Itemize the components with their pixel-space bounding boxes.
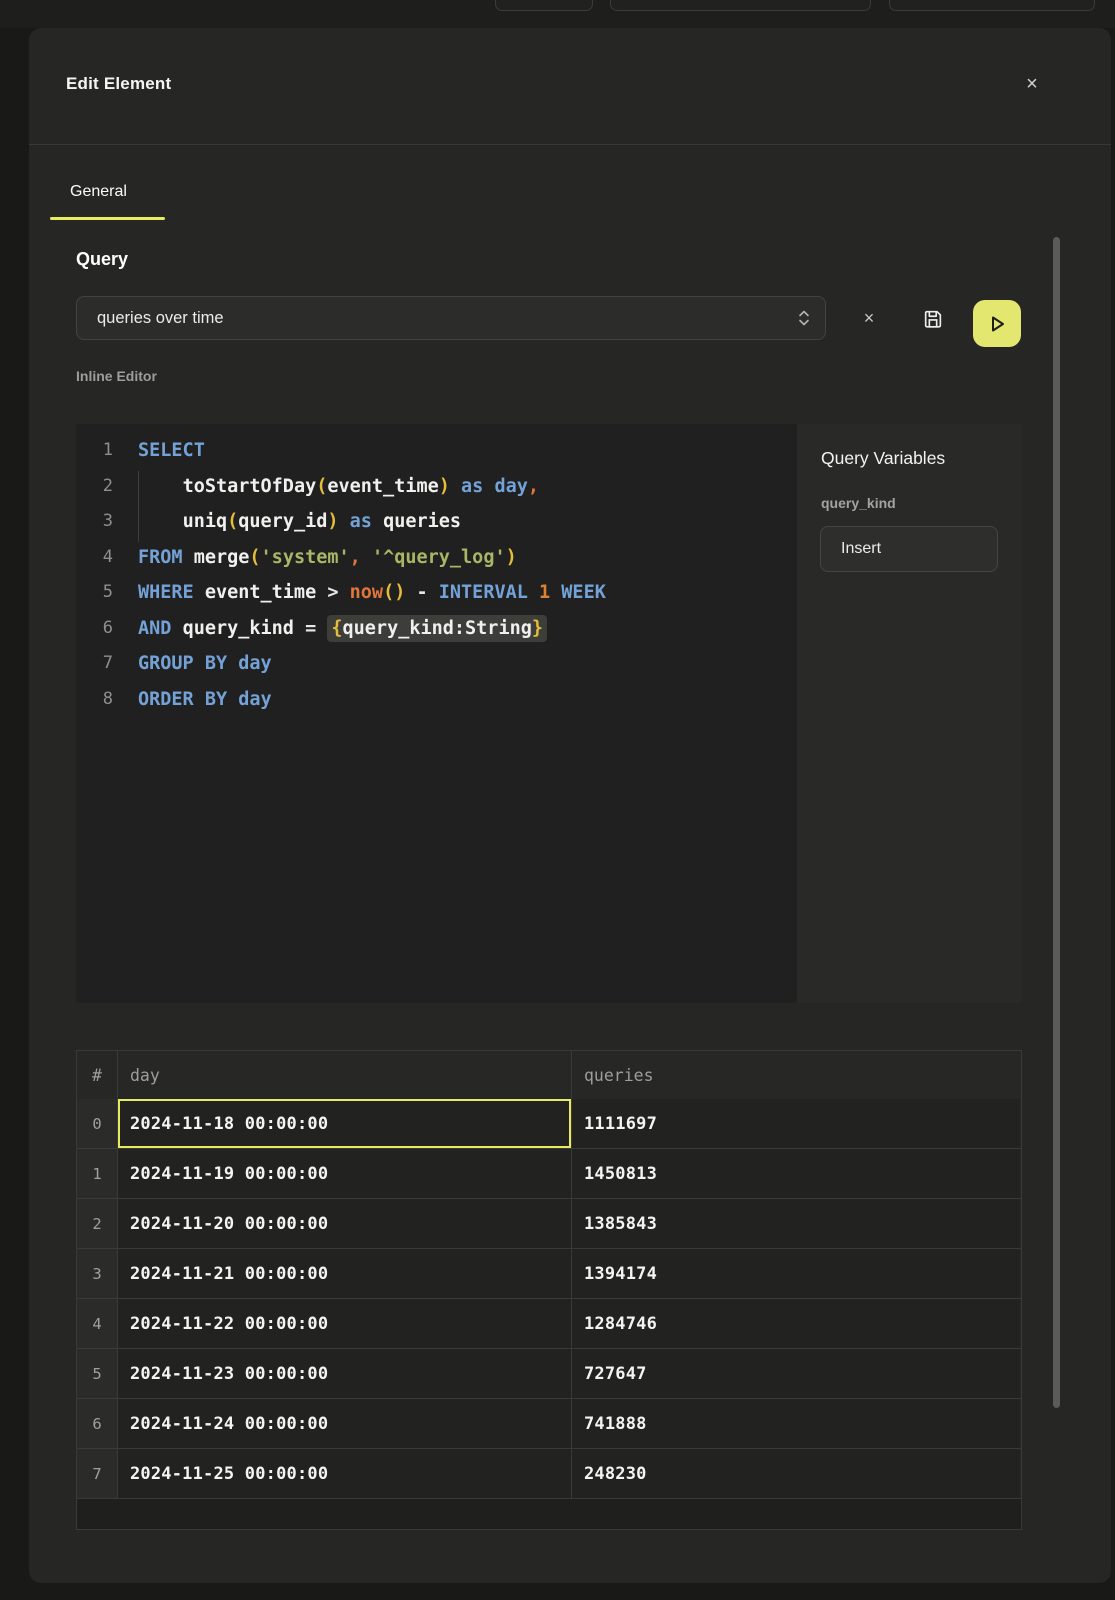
day-cell[interactable]: 2024-11-25 00:00:00 <box>118 1449 572 1498</box>
results-table-header: #dayqueries <box>77 1051 1021 1099</box>
variable-name-label: query_kind <box>821 495 1022 511</box>
query-select[interactable]: queries over time <box>76 296 826 340</box>
code-line[interactable]: 6AND query_kind = {query_kind:String} <box>76 611 797 647</box>
day-cell[interactable]: 2024-11-22 00:00:00 <box>118 1299 572 1348</box>
code-line[interactable]: 2 toStartOfDay(event_time) as day, <box>76 469 797 505</box>
topbar-button-1[interactable] <box>495 0 593 11</box>
row-index-cell[interactable]: 4 <box>77 1299 118 1348</box>
results-table-body: 02024-11-18 00:00:00111169712024-11-19 0… <box>77 1099 1021 1498</box>
topbar-button-3[interactable] <box>889 0 1095 11</box>
table-row: 62024-11-24 00:00:00741888 <box>77 1398 1021 1448</box>
column-header-index[interactable]: # <box>77 1051 118 1099</box>
table-row: 32024-11-21 00:00:001394174 <box>77 1248 1021 1298</box>
queries-cell[interactable]: 727647 <box>572 1349 1020 1398</box>
queries-cell[interactable]: 1450813 <box>572 1149 1020 1198</box>
clear-query-button[interactable]: × <box>855 304 883 332</box>
queries-cell[interactable]: 1385843 <box>572 1199 1020 1248</box>
run-query-button[interactable] <box>973 300 1021 347</box>
table-row: 42024-11-22 00:00:001284746 <box>77 1298 1021 1348</box>
table-row: 02024-11-18 00:00:001111697 <box>77 1099 1021 1148</box>
play-icon <box>984 311 1010 337</box>
topbar-button-2[interactable] <box>610 0 871 11</box>
row-index-cell[interactable]: 2 <box>77 1199 118 1248</box>
row-index-cell[interactable]: 7 <box>77 1449 118 1498</box>
line-number: 2 <box>76 469 113 505</box>
sql-editor: 1SELECT2 toStartOfDay(event_time) as day… <box>76 424 1022 1003</box>
day-cell[interactable]: 2024-11-24 00:00:00 <box>118 1399 572 1448</box>
line-number: 1 <box>76 433 113 469</box>
code-line[interactable]: 4FROM merge('system', '^query_log') <box>76 540 797 576</box>
chevron-up-down-icon <box>797 308 811 328</box>
line-number: 4 <box>76 540 113 576</box>
line-number: 7 <box>76 646 113 682</box>
row-index-cell[interactable]: 3 <box>77 1249 118 1298</box>
day-cell[interactable]: 2024-11-19 00:00:00 <box>118 1149 572 1198</box>
query-variables-panel: Query Variables query_kind Insert <box>797 424 1022 1003</box>
column-header-queries[interactable]: queries <box>572 1051 1020 1099</box>
queries-cell[interactable]: 741888 <box>572 1399 1020 1448</box>
code-line[interactable]: 5WHERE event_time > now() - INTERVAL 1 W… <box>76 575 797 611</box>
table-row: 72024-11-25 00:00:00248230 <box>77 1448 1021 1498</box>
queries-cell[interactable]: 248230 <box>572 1449 1020 1498</box>
modal-scrollbar[interactable] <box>1053 237 1060 1408</box>
day-cell[interactable]: 2024-11-21 00:00:00 <box>118 1249 572 1298</box>
header-divider <box>29 144 1111 145</box>
day-cell[interactable]: 2024-11-20 00:00:00 <box>118 1199 572 1248</box>
query-select-value: queries over time <box>97 309 224 328</box>
row-index-cell[interactable]: 6 <box>77 1399 118 1448</box>
query-variables-title: Query Variables <box>821 448 1022 469</box>
row-index-cell[interactable]: 5 <box>77 1349 118 1398</box>
query-heading: Query <box>76 249 128 270</box>
code-line[interactable]: 7GROUP BY day <box>76 646 797 682</box>
code-line[interactable]: 3 uniq(query_id) as queries <box>76 504 797 540</box>
row-index-cell[interactable]: 0 <box>77 1099 118 1148</box>
line-number: 3 <box>76 504 113 540</box>
code-line[interactable]: 1SELECT <box>76 433 797 469</box>
day-cell[interactable]: 2024-11-18 00:00:00 <box>118 1099 572 1148</box>
edit-element-modal: Edit Element × General Query queries ove… <box>29 28 1111 1583</box>
queries-cell[interactable]: 1111697 <box>572 1099 1020 1148</box>
tab-general[interactable]: General <box>70 180 127 204</box>
modal-title: Edit Element <box>66 72 171 96</box>
table-row: 52024-11-23 00:00:00727647 <box>77 1348 1021 1398</box>
inline-editor-label: Inline Editor <box>76 368 157 384</box>
insert-variable-button[interactable]: Insert <box>820 526 998 572</box>
close-icon[interactable]: × <box>1017 70 1047 98</box>
code-lines[interactable]: 1SELECT2 toStartOfDay(event_time) as day… <box>76 424 797 1003</box>
table-row: 12024-11-19 00:00:001450813 <box>77 1148 1021 1198</box>
top-bar <box>0 0 1115 28</box>
line-number: 5 <box>76 575 113 611</box>
table-row: 22024-11-20 00:00:001385843 <box>77 1198 1021 1248</box>
row-index-cell[interactable]: 1 <box>77 1149 118 1198</box>
save-button[interactable] <box>916 302 950 336</box>
queries-cell[interactable]: 1284746 <box>572 1299 1020 1348</box>
queries-cell[interactable]: 1394174 <box>572 1249 1020 1298</box>
code-line[interactable]: 8ORDER BY day <box>76 682 797 718</box>
line-number: 8 <box>76 682 113 718</box>
line-number: 6 <box>76 611 113 647</box>
results-table: #dayqueries 02024-11-18 00:00:0011116971… <box>76 1050 1022 1530</box>
column-header-day[interactable]: day <box>118 1051 572 1099</box>
save-floppy-icon <box>922 308 944 330</box>
day-cell[interactable]: 2024-11-23 00:00:00 <box>118 1349 572 1398</box>
results-table-footer <box>77 1498 1021 1529</box>
active-tab-underline <box>50 217 165 220</box>
